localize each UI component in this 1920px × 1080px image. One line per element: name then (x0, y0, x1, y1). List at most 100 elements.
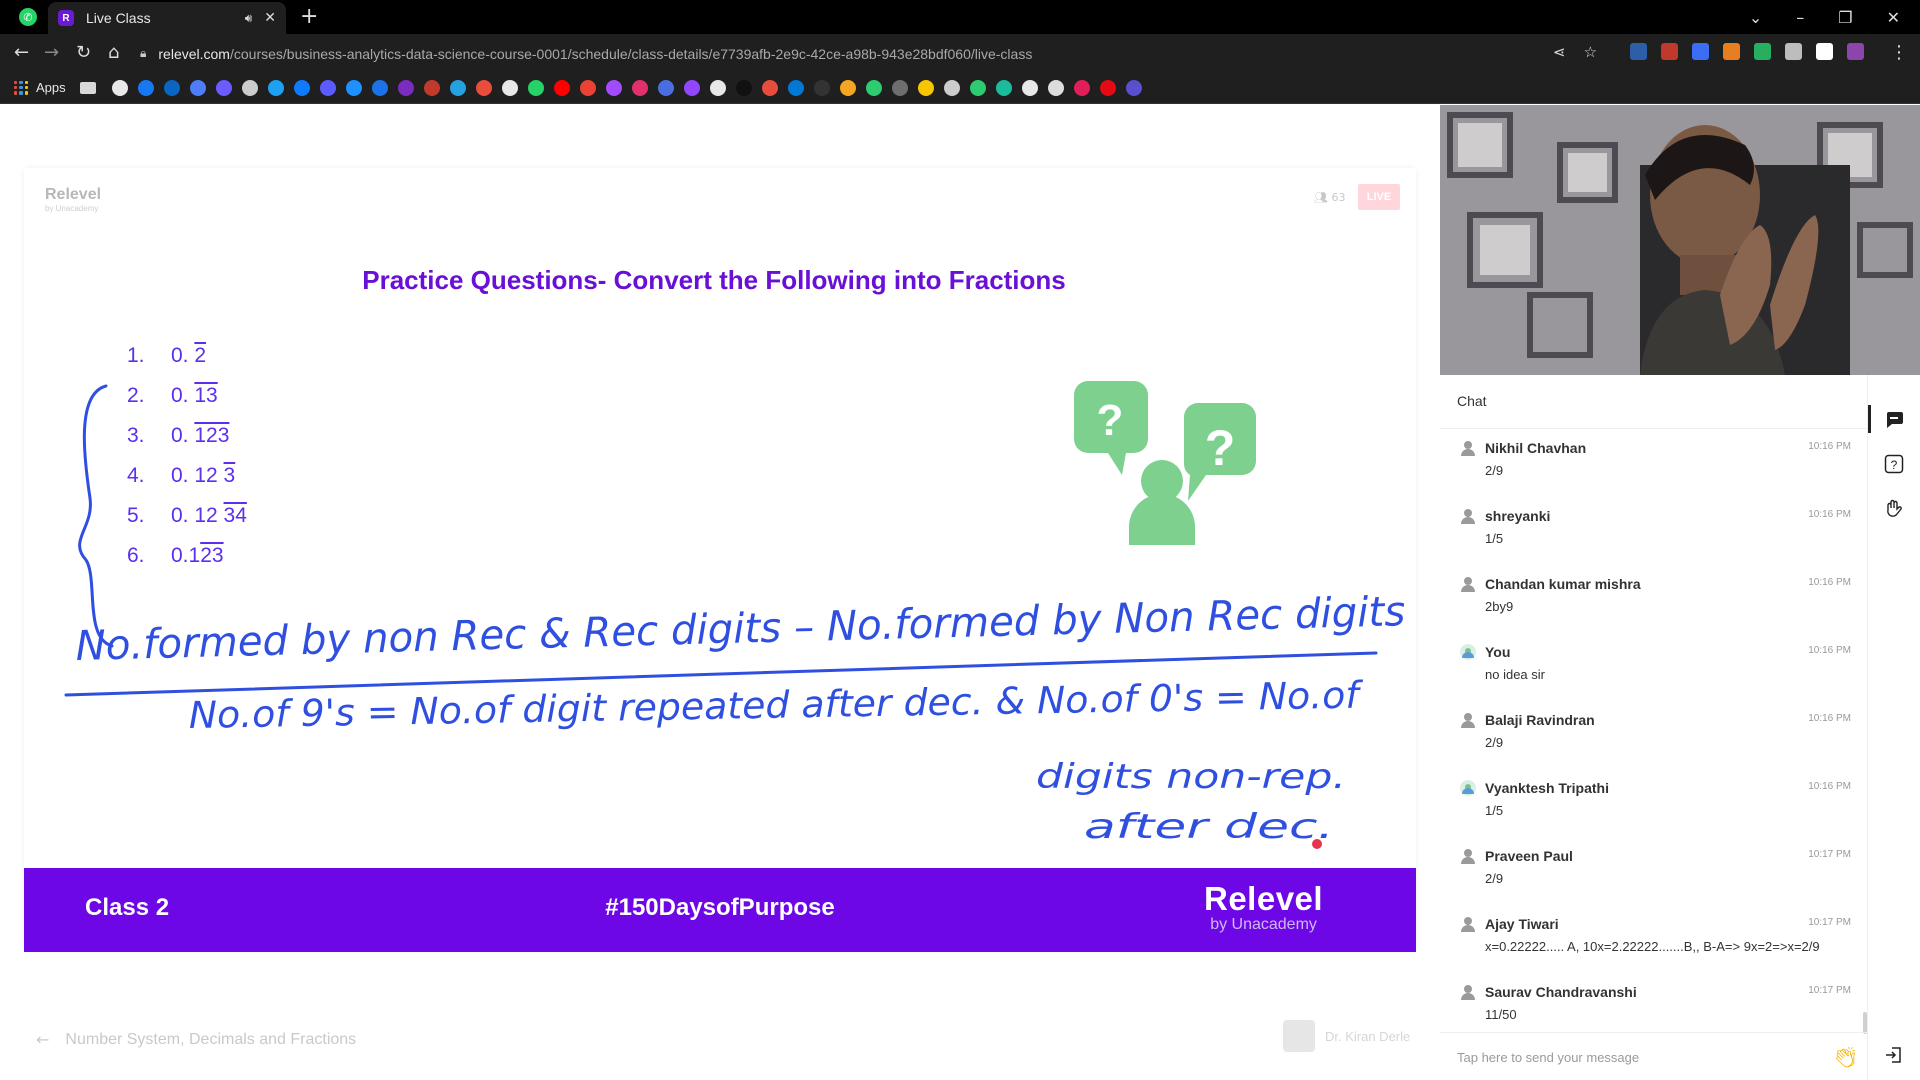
bookmark-icon[interactable] (995, 79, 1012, 96)
bookmark-icon[interactable] (163, 79, 180, 96)
extension-icon[interactable] (1723, 43, 1740, 60)
minimize-icon[interactable]: – (1796, 8, 1804, 27)
bookmark-icon[interactable] (397, 79, 414, 96)
extension-icon[interactable] (1847, 43, 1864, 60)
bookmark-icon[interactable] (111, 79, 128, 96)
chat-message-list[interactable]: Nikhil Chavhan 10:16 PM 2/9 shreyanki 10:16 … (1440, 430, 1868, 1030)
chat-icon[interactable] (1882, 407, 1906, 431)
tab-search-icon[interactable]: ⌄ (1749, 8, 1762, 27)
exit-icon[interactable] (1882, 1043, 1906, 1067)
back-arrow-icon[interactable]: ← (14, 42, 29, 63)
side-rail: ? (1868, 375, 1920, 1080)
pinned-tab-whatsapp[interactable]: ✆ (12, 7, 44, 27)
bookmark-icon[interactable] (449, 79, 466, 96)
bookmark-icon[interactable] (241, 79, 258, 96)
new-tab-button[interactable]: + (300, 4, 318, 29)
tab-title: Live Class (86, 10, 151, 26)
chat-message: You 10:16 PM no idea sir (1440, 634, 1868, 702)
clap-reaction-icon[interactable]: 👏︎ (1833, 1045, 1858, 1069)
bookmark-icon[interactable] (137, 79, 154, 96)
bookmark-icon[interactable] (1047, 79, 1064, 96)
home-icon[interactable]: ⌂ (108, 42, 119, 63)
raise-hand-icon[interactable] (1882, 497, 1906, 521)
bookmark-icon[interactable] (761, 79, 778, 96)
bookmark-icon[interactable] (501, 79, 518, 96)
bookmark-icon[interactable] (865, 79, 882, 96)
close-window-icon[interactable]: ✕ (1887, 8, 1900, 27)
bookmark-icon[interactable] (527, 79, 544, 96)
extension-icon[interactable] (1661, 43, 1678, 60)
question-value: 0. 12 34 (171, 504, 247, 528)
question-nonrepeating-part: 0. 12 (171, 464, 224, 487)
apps-label[interactable]: Apps (36, 80, 66, 95)
question-number: 3. (127, 424, 145, 447)
question-icon[interactable]: ? (1882, 452, 1906, 476)
extension-icon[interactable] (1785, 43, 1802, 60)
bookmark-icon[interactable] (579, 79, 596, 96)
bookmark-icon[interactable] (891, 79, 908, 96)
chat-message: Vyanktesh Tripathi 10:16 PM 1/5 (1440, 770, 1868, 838)
bookmark-icon[interactable] (189, 79, 206, 96)
bookmark-icon[interactable] (969, 79, 986, 96)
active-tab[interactable]: R Live Class 🔊︎ ✕ (48, 2, 286, 34)
user-silhouette-icon (1460, 916, 1476, 932)
bookmark-icon[interactable] (1073, 79, 1090, 96)
extension-icon[interactable] (1630, 43, 1647, 60)
chat-author: Nikhil Chavhan (1485, 440, 1587, 456)
bookmark-icon[interactable] (423, 79, 440, 96)
address-bar[interactable]: 🔒︎ relevel.com/courses/business-analytic… (140, 39, 1610, 68)
bookmark-icon[interactable] (1125, 79, 1142, 96)
viewer-count-value: 63 (1331, 191, 1346, 204)
apps-grid-icon[interactable] (14, 80, 28, 95)
extension-icon[interactable] (1754, 43, 1771, 60)
extension-icon[interactable] (1816, 43, 1833, 60)
bookmark-icon[interactable] (683, 79, 700, 96)
forward-arrow-icon[interactable]: → (44, 42, 59, 63)
lesson-title: Number System, Decimals and Fractions (65, 1030, 357, 1048)
chat-scrollbar[interactable] (1863, 1012, 1867, 1034)
bookmark-icon[interactable] (631, 79, 648, 96)
bookmark-icon[interactable] (1021, 79, 1038, 96)
bookmark-icon[interactable] (917, 79, 934, 96)
question-list: 1. 0. 2 2. 0. 13 3. 0. 123 4. 0. 12 3 5. 0. 12 34… (127, 336, 247, 576)
chat-text: 11/50 (1485, 1007, 1517, 1022)
extension-icon[interactable] (1692, 43, 1709, 60)
reload-icon[interactable]: ↻ (76, 42, 91, 63)
bookmark-icon[interactable] (371, 79, 388, 96)
bookmark-icon[interactable] (553, 79, 570, 96)
bookmark-icon[interactable] (267, 79, 284, 96)
banner-logo-sub: by Unacademy (1210, 916, 1317, 933)
speaker-icon[interactable]: 🔊︎ (245, 11, 253, 26)
bookmark-icon[interactable] (215, 79, 232, 96)
bookmark-icon[interactable] (943, 79, 960, 96)
teacher-name: Dr. Kiran Derle (1325, 1028, 1411, 1044)
user-silhouette-icon (1460, 576, 1476, 592)
share-icon[interactable]: ⋖ (1553, 43, 1566, 61)
bookmark-icon[interactable] (1099, 79, 1116, 96)
bookmark-icon[interactable] (605, 79, 622, 96)
bookmark-icon[interactable] (319, 79, 336, 96)
question-item: 2. 0. 13 (127, 376, 247, 416)
bookmark-icon[interactable] (839, 79, 856, 96)
chat-author: Vyanktesh Tripathi (1485, 780, 1609, 796)
question-item: 1. 0. 2 (127, 336, 247, 376)
bookmark-icon[interactable] (813, 79, 830, 96)
bookmark-icon[interactable] (709, 79, 726, 96)
lesson-back-link[interactable]: ← Number System, Decimals and Fractions (36, 1030, 356, 1049)
bookmark-icon[interactable] (475, 79, 492, 96)
close-tab-icon[interactable]: ✕ (264, 10, 276, 26)
slide-heading: Practice Questions- Convert the Followin… (362, 265, 1066, 295)
bookmark-icon[interactable] (787, 79, 804, 96)
restore-icon[interactable]: ❐ (1838, 8, 1852, 27)
chat-message-input[interactable] (1457, 1047, 1817, 1067)
chat-message: Balaji Ravindran 10:16 PM 2/9 (1440, 702, 1868, 770)
folder-icon[interactable] (79, 81, 96, 94)
chat-timestamp: 10:17 PM (1808, 917, 1851, 928)
bookmark-icon[interactable] (345, 79, 362, 96)
bookmark-icon[interactable] (293, 79, 310, 96)
bookmark-icon[interactable] (735, 79, 752, 96)
menu-kebab-icon[interactable]: ⋮ (1890, 42, 1908, 63)
svg-text:?: ? (1205, 420, 1236, 476)
bookmark-star-icon[interactable]: ☆ (1584, 43, 1597, 61)
bookmark-icon[interactable] (657, 79, 674, 96)
